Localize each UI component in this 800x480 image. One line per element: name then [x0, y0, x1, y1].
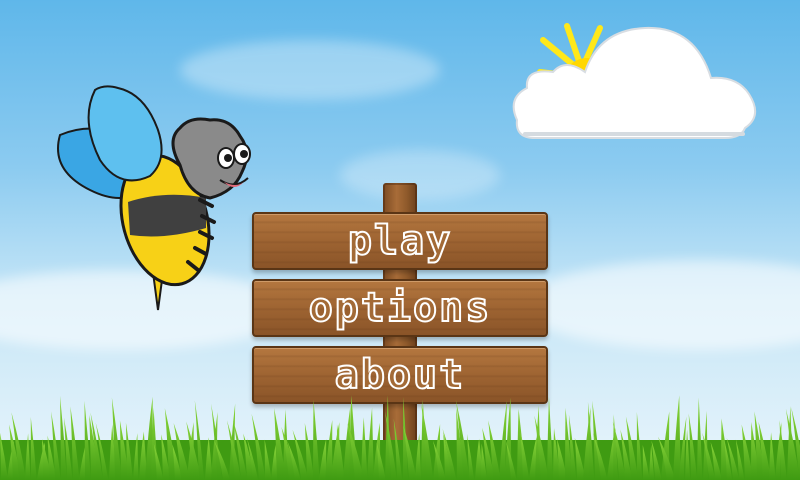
play-button[interactable]: play [252, 212, 548, 270]
grass-blade [313, 399, 320, 480]
grass-blade [697, 397, 703, 480]
background-haze [340, 150, 500, 200]
grass-ground [0, 395, 800, 480]
play-button-label: play [347, 217, 453, 265]
game-scene: play options about [0, 0, 800, 480]
grass-blade [547, 396, 554, 480]
sun-cloud-icon [512, 23, 756, 139]
bee-character [57, 85, 251, 311]
options-button-label: options [308, 284, 492, 332]
options-button[interactable]: options [252, 279, 548, 337]
background-haze [520, 260, 800, 350]
grass-blade [673, 395, 682, 480]
